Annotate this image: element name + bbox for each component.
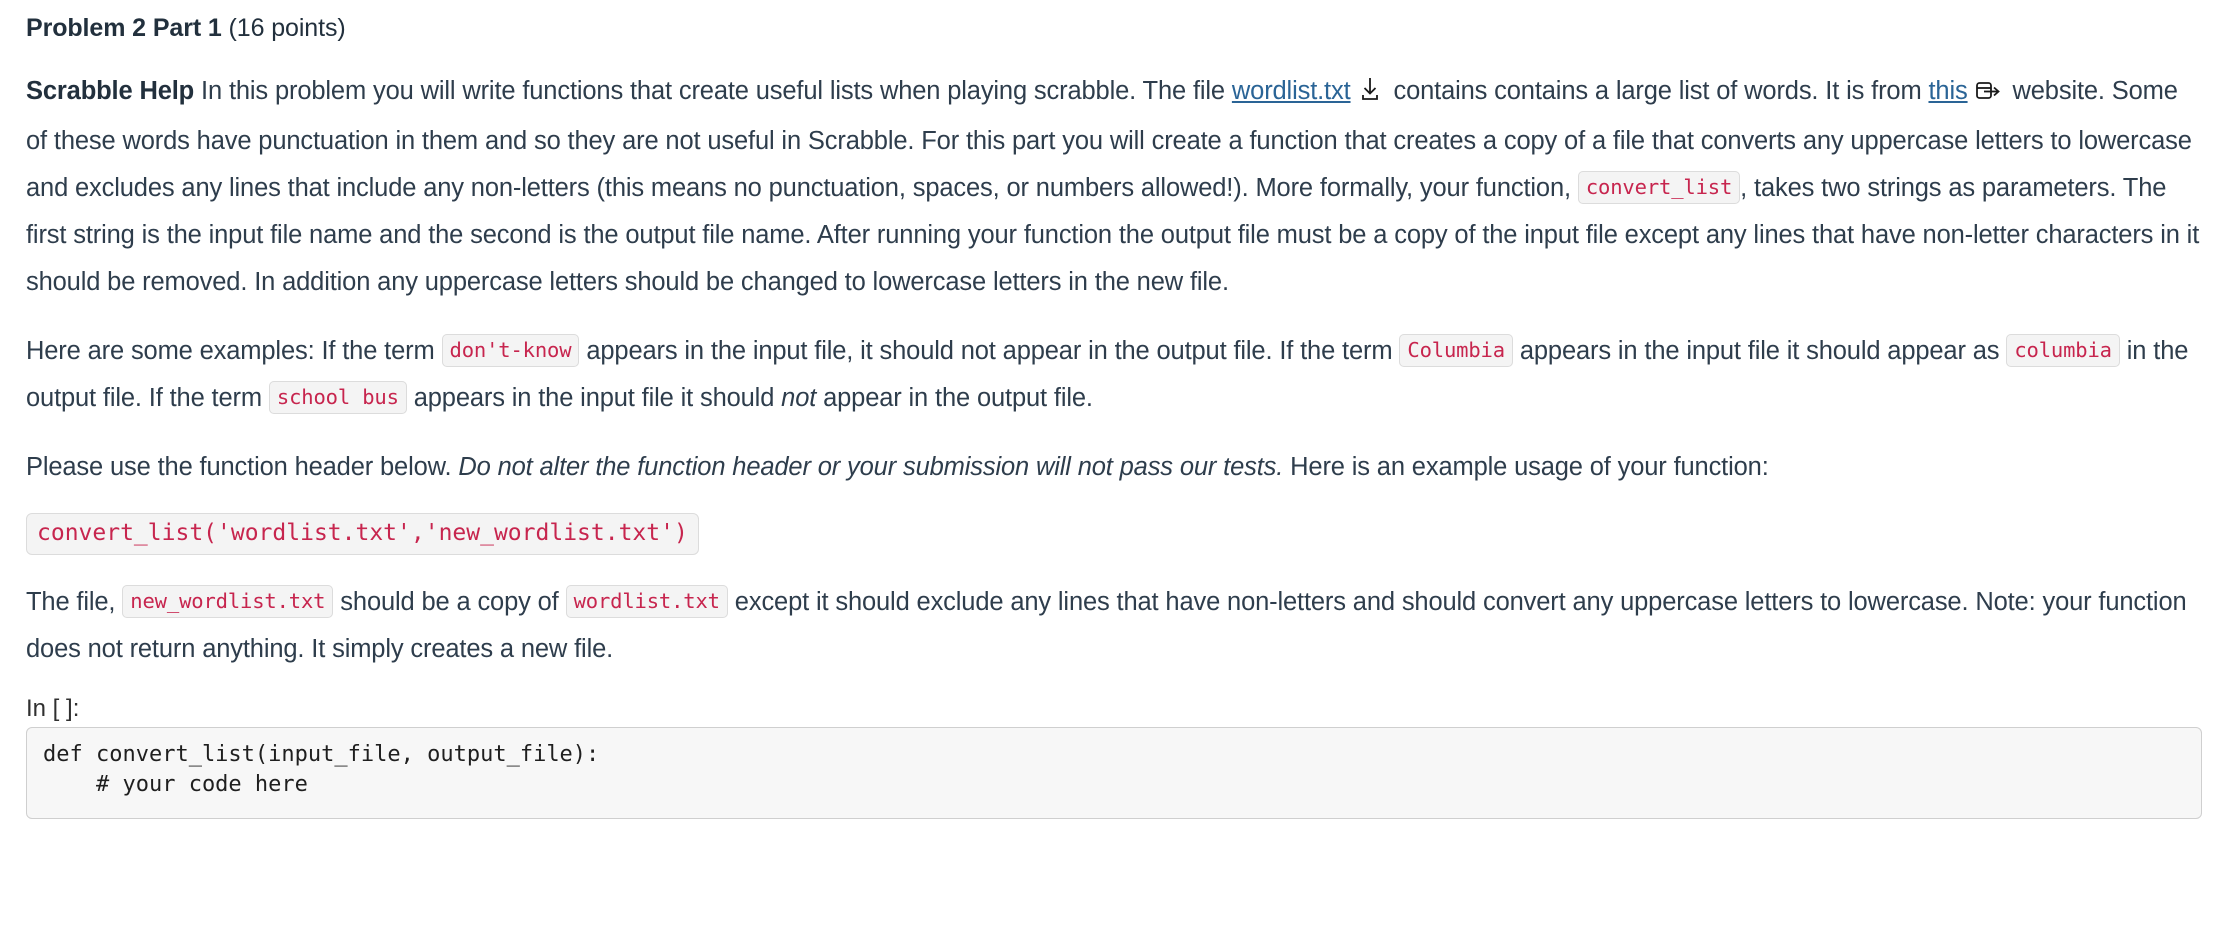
page-title: Problem 2 Part 1 (16 points) bbox=[26, 12, 2202, 46]
p2-text-2: appears in the input file, it should not… bbox=[579, 336, 1400, 365]
p1-text-2: contains contains a large list of words.… bbox=[1386, 76, 1929, 105]
p4-text-2: should be a copy of bbox=[333, 588, 566, 617]
external-link-icon[interactable] bbox=[1975, 71, 2001, 118]
p1-text-1: In this problem you will write functions… bbox=[194, 76, 1232, 105]
p2-emphasis-not: not bbox=[781, 383, 817, 412]
p3-text-2: Here is an example usage of your functio… bbox=[1283, 452, 1769, 481]
p4-text-1: The file, bbox=[26, 588, 123, 617]
code-convert-list: convert_list bbox=[1577, 170, 1741, 204]
code-columbia-uppercase: Columbia bbox=[1399, 333, 1513, 367]
example-usage-block: convert_list('wordlist.txt','new_wordlis… bbox=[26, 512, 2202, 556]
p2-text-6: appear in the output file. bbox=[816, 383, 1093, 412]
notebook-page: Problem 2 Part 1 (16 points) Scrabble He… bbox=[0, 0, 2228, 820]
wordlist-txt-link[interactable]: wordlist.txt bbox=[1232, 77, 1351, 105]
scrabble-help-label: Scrabble Help bbox=[26, 76, 195, 105]
code-example-usage: convert_list('wordlist.txt','new_wordlis… bbox=[26, 512, 699, 556]
p3-text-1: Please use the function header below. bbox=[26, 452, 459, 481]
code-school-bus: school bus bbox=[268, 380, 407, 414]
p3-emphasis-warning: Do not alter the function header or your… bbox=[458, 452, 1284, 481]
p2-text-5: appears in the input file it should bbox=[406, 383, 782, 412]
code-new-wordlist-txt: new_wordlist.txt bbox=[122, 585, 334, 619]
notebook-input-cell: In [ ]: def convert_list(input_file, out… bbox=[26, 695, 2202, 820]
cell-prompt-label: In [ ]: bbox=[26, 695, 80, 723]
code-dont-know: don't-know bbox=[441, 333, 580, 367]
page-title-points: (16 points) bbox=[221, 14, 346, 42]
problem-description-paragraph: Scrabble Help In this problem you will w… bbox=[26, 68, 2202, 306]
function-header-instruction-paragraph: Please use the function header below. Do… bbox=[26, 444, 2202, 491]
code-cell-content[interactable]: def convert_list(input_file, output_file… bbox=[43, 740, 2187, 800]
download-icon[interactable] bbox=[1358, 71, 1382, 118]
output-file-description-paragraph: The file, new_wordlist.txt should be a c… bbox=[26, 579, 2202, 673]
p2-text-3: appears in the input file it should appe… bbox=[1512, 336, 2007, 365]
code-wordlist-txt: wordlist.txt bbox=[565, 585, 728, 619]
p2-text-1: Here are some examples: If the term bbox=[26, 336, 442, 365]
examples-paragraph: Here are some examples: If the term don'… bbox=[26, 328, 2202, 422]
code-editor-area[interactable]: def convert_list(input_file, output_file… bbox=[26, 727, 2202, 820]
page-title-bold: Problem 2 Part 1 bbox=[26, 14, 222, 42]
this-website-link[interactable]: this bbox=[1928, 77, 1967, 105]
code-columbia-lowercase: columbia bbox=[2006, 333, 2120, 367]
